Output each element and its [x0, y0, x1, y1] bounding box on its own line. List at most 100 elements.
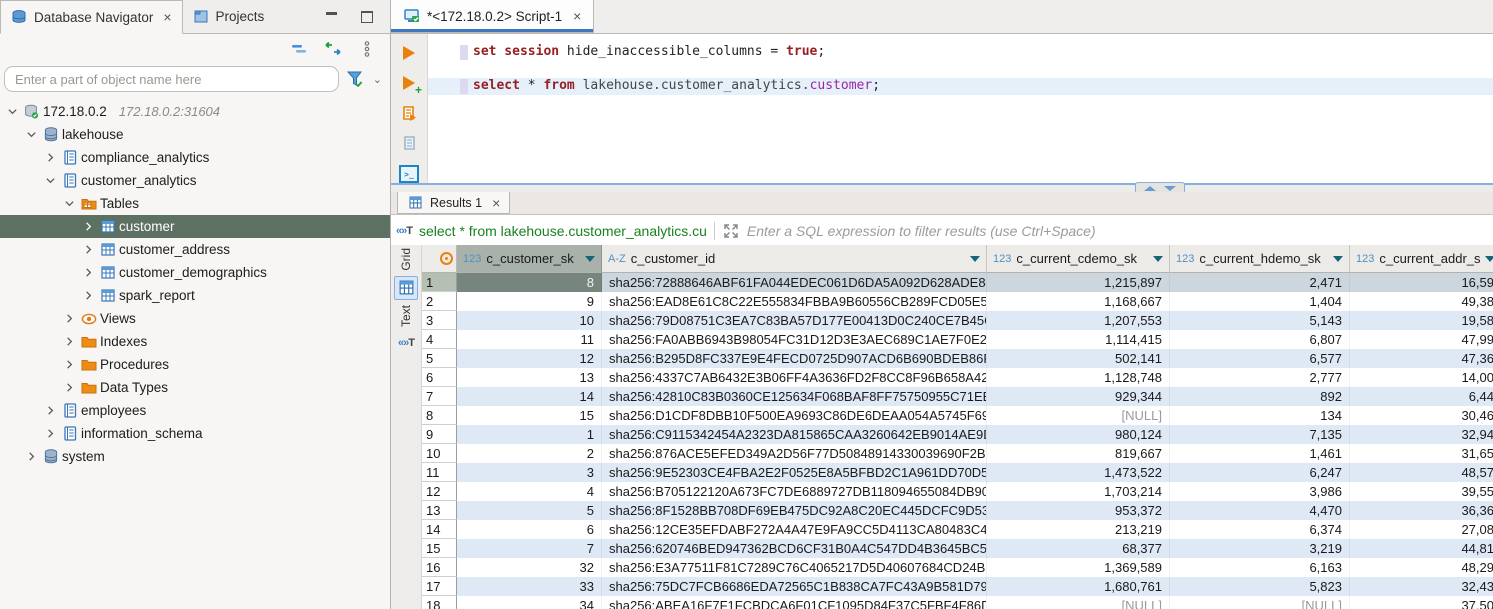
close-icon[interactable]: × — [573, 9, 581, 23]
table-row[interactable]: 124sha256:B705122120A673FC7DE6889727DB11… — [422, 482, 1493, 501]
tree-item-customer-address[interactable]: customer_address — [0, 238, 390, 261]
cell[interactable]: 39,55 — [1350, 482, 1493, 501]
cell[interactable]: sha256:79D08751C3EA7C83BA57D177E00413D0C… — [602, 311, 987, 330]
row-number[interactable]: 18 — [422, 596, 457, 609]
tree-item-information-schema[interactable]: information_schema — [0, 422, 390, 445]
cell[interactable]: 49,38 — [1350, 292, 1493, 311]
cell[interactable]: sha256:EAD8E61C8C22E555834FBBA9B60556CB2… — [602, 292, 987, 311]
tree-item-tables[interactable]: Tables — [0, 192, 390, 215]
cell[interactable]: 1,128,748 — [987, 368, 1170, 387]
column-header-c_current_addr_sk[interactable]: 123c_current_addr_sk — [1350, 245, 1493, 273]
cell[interactable]: 9 — [457, 292, 602, 311]
cell[interactable]: 14 — [457, 387, 602, 406]
cell[interactable]: 48,29 — [1350, 558, 1493, 577]
cell[interactable]: sha256:876ACE5EFED349A2D56F77D5084891433… — [602, 444, 987, 463]
row-number[interactable]: 15 — [422, 539, 457, 558]
chevron-right-icon[interactable] — [23, 449, 39, 465]
filter-funnel-icon[interactable] — [347, 70, 365, 88]
cell[interactable]: 980,124 — [987, 425, 1170, 444]
cell[interactable]: 1,168,667 — [987, 292, 1170, 311]
tree-item-system[interactable]: system — [0, 445, 390, 468]
expand-filter-icon[interactable] — [722, 222, 740, 240]
cell[interactable]: 37,50 — [1350, 596, 1493, 609]
cell[interactable]: 5,823 — [1170, 577, 1350, 596]
minimize-icon[interactable] — [322, 8, 340, 26]
row-number[interactable]: 13 — [422, 501, 457, 520]
cell[interactable]: 6 — [457, 520, 602, 539]
cell[interactable]: 1,703,214 — [987, 482, 1170, 501]
row-number[interactable]: 10 — [422, 444, 457, 463]
cell[interactable]: 14,00 — [1350, 368, 1493, 387]
table-row[interactable]: 29sha256:EAD8E61C8C22E555834FBBA9B60556C… — [422, 292, 1493, 311]
code-line[interactable]: set session hide_inaccessible_columns = … — [428, 44, 1493, 61]
cell[interactable]: sha256:620746BED947362BCD6CF31B0A4C547DD… — [602, 539, 987, 558]
row-number[interactable]: 12 — [422, 482, 457, 501]
chevron-right-icon[interactable] — [61, 334, 77, 350]
cell[interactable]: 3 — [457, 463, 602, 482]
tree-item-customer-analytics[interactable]: customer_analytics — [0, 169, 390, 192]
cell[interactable]: sha256:8F1528BB708DF69EB475DC92A8C20EC44… — [602, 501, 987, 520]
tree-item-spark-report[interactable]: spark_report — [0, 284, 390, 307]
cell[interactable]: 6,577 — [1170, 349, 1350, 368]
tab-results-1[interactable]: Results 1 × — [397, 192, 510, 214]
chevron-right-icon[interactable] — [80, 219, 96, 235]
tree-item-lakehouse[interactable]: lakehouse — [0, 123, 390, 146]
cell[interactable]: 16,59 — [1350, 273, 1493, 292]
cell[interactable]: 3,986 — [1170, 482, 1350, 501]
execute-new-tab-icon[interactable]: + — [399, 74, 419, 91]
chevron-down-icon[interactable] — [61, 196, 77, 212]
cell[interactable]: 1,207,553 — [987, 311, 1170, 330]
collapse-all-icon[interactable] — [290, 40, 308, 58]
row-number[interactable]: 17 — [422, 577, 457, 596]
cell[interactable]: 5 — [457, 501, 602, 520]
table-row[interactable]: 714sha256:42810C83B0360CE125634F068BAF8F… — [422, 387, 1493, 406]
row-number[interactable]: 9 — [422, 425, 457, 444]
cell[interactable]: 5,143 — [1170, 311, 1350, 330]
cell[interactable]: sha256:D1CDF8DBB10F500EA9693C86DE6DEAA05… — [602, 406, 987, 425]
cell[interactable]: 1,680,761 — [987, 577, 1170, 596]
explain-plan-icon[interactable] — [399, 135, 419, 152]
cell[interactable]: 48,57 — [1350, 463, 1493, 482]
execute-statement-icon[interactable] — [399, 44, 419, 61]
tree-item-procedures[interactable]: Procedures — [0, 353, 390, 376]
cell[interactable]: 3,219 — [1170, 539, 1350, 558]
chevron-right-icon[interactable] — [80, 242, 96, 258]
cell[interactable]: 1,114,415 — [987, 330, 1170, 349]
row-number[interactable]: 5 — [422, 349, 457, 368]
select-all-icon[interactable] — [440, 252, 453, 265]
tree-item-data-types[interactable]: Data Types — [0, 376, 390, 399]
chevron-down-icon[interactable] — [23, 127, 39, 143]
cell[interactable]: [NULL] — [987, 596, 1170, 609]
table-row[interactable]: 1834sha256:ABEA16F7F1FCBDCA6F01CF1095D84… — [422, 596, 1493, 609]
column-header-c_current_cdemo_sk[interactable]: 123c_current_cdemo_sk — [987, 245, 1170, 273]
row-number[interactable]: 14 — [422, 520, 457, 539]
cell[interactable]: 10 — [457, 311, 602, 330]
row-number[interactable]: 16 — [422, 558, 457, 577]
table-row[interactable]: 91sha256:C9115342454A2323DA815865CAA3260… — [422, 425, 1493, 444]
cell[interactable]: 31,65 — [1350, 444, 1493, 463]
cell[interactable]: sha256:75DC7FCB6686EDA72565C1B838CA7FC43… — [602, 577, 987, 596]
cell[interactable]: 1,473,522 — [987, 463, 1170, 482]
grid-corner-cell[interactable] — [422, 245, 457, 273]
cell[interactable]: 1,369,589 — [987, 558, 1170, 577]
object-filter-input[interactable] — [4, 66, 339, 92]
cell[interactable]: 27,08 — [1350, 520, 1493, 539]
cell[interactable]: 7 — [457, 539, 602, 558]
cell[interactable]: 47,99 — [1350, 330, 1493, 349]
chevron-right-icon[interactable] — [61, 357, 77, 373]
results-filter-bar[interactable]: «»T select * from lakehouse.customer_ana… — [391, 215, 1493, 247]
grid-presentation-icon[interactable] — [394, 276, 418, 300]
cell[interactable]: 2,777 — [1170, 368, 1350, 387]
cell[interactable]: 47,36 — [1350, 349, 1493, 368]
cell[interactable]: sha256:B705122120A673FC7DE6889727DB11809… — [602, 482, 987, 501]
chevron-right-icon[interactable] — [61, 380, 77, 396]
cell[interactable]: 134 — [1170, 406, 1350, 425]
column-header-c_customer_sk[interactable]: 123c_customer_sk — [457, 245, 602, 273]
table-row[interactable]: 113sha256:9E52303CE4FBA2E2F0525E8A5BFBD2… — [422, 463, 1493, 482]
cell[interactable]: 32,43 — [1350, 577, 1493, 596]
cell[interactable]: sha256:12CE35EFDABF272A4A47E9FA9CC5D4113… — [602, 520, 987, 539]
table-row[interactable]: 613sha256:4337C7AB6432E3B06FF4A3636FD2F8… — [422, 368, 1493, 387]
cell[interactable]: [NULL] — [987, 406, 1170, 425]
text-presentation-icon[interactable]: «»T — [395, 332, 417, 354]
chevron-right-icon[interactable] — [61, 311, 77, 327]
